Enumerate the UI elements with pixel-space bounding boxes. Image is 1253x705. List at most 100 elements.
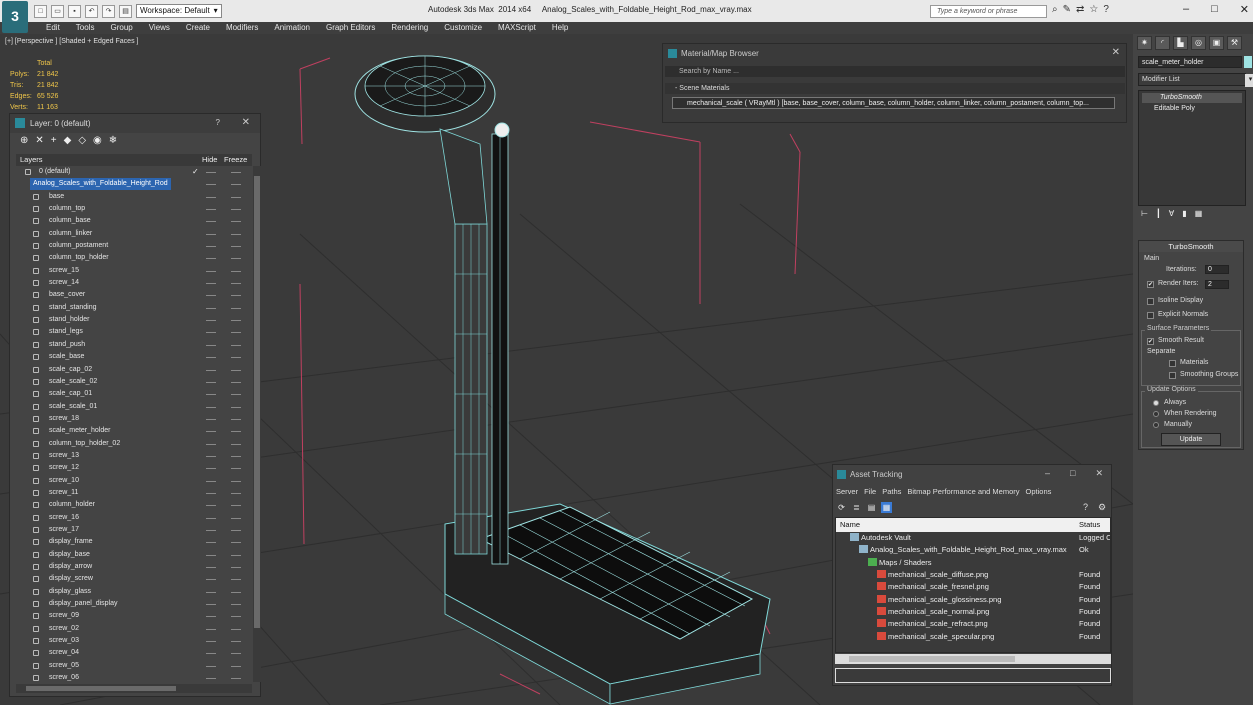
hierarchy-tab-icon[interactable]: ▙ (1173, 36, 1188, 50)
delete-layer-icon[interactable]: ✕ (35, 135, 43, 149)
layer-row[interactable]: screw_04 (16, 647, 252, 659)
project-folder-icon[interactable]: ▤ (119, 4, 132, 18)
asset-row[interactable]: Maps / Shaders (836, 557, 1110, 569)
layer-row[interactable]: base (16, 191, 252, 203)
hide-toggle[interactable] (206, 270, 216, 272)
layer-row[interactable]: screw_12 (16, 462, 252, 474)
hide-toggle[interactable] (206, 381, 216, 383)
list-view-icon[interactable]: ≣ (851, 502, 862, 513)
menu-customize[interactable]: Customize (436, 22, 490, 34)
col-layers[interactable]: Layers (20, 155, 43, 164)
asset-row[interactable]: mechanical_scale_fresnel.png Found (836, 581, 1110, 593)
hide-toggle[interactable] (206, 221, 216, 223)
freeze-toggle[interactable] (231, 184, 241, 186)
layer-row[interactable]: display_base (16, 549, 252, 561)
layer-row[interactable]: screw_17 (16, 524, 252, 536)
menu-rendering[interactable]: Rendering (383, 22, 436, 34)
freeze-toggle[interactable] (231, 455, 241, 457)
layer-row[interactable]: column_top_holder_02 (16, 438, 252, 450)
select-objects-icon[interactable]: ◆ (64, 135, 72, 149)
save-icon[interactable]: ▪ (68, 4, 81, 18)
menu-views[interactable]: Views (141, 22, 178, 34)
object-color-swatch[interactable] (1244, 56, 1252, 68)
freeze-toggle[interactable] (231, 678, 241, 680)
hide-toggle[interactable] (206, 233, 216, 235)
col-freeze[interactable]: Freeze (224, 155, 247, 164)
create-layer-icon[interactable]: ⊕ (20, 135, 28, 149)
hide-toggle[interactable] (206, 295, 216, 297)
help-button[interactable]: ? (216, 118, 220, 127)
freeze-toggle[interactable] (231, 641, 241, 643)
layer-row[interactable]: stand_legs (16, 326, 252, 338)
hide-toggle[interactable] (206, 344, 216, 346)
menu-group[interactable]: Group (102, 22, 140, 34)
hide-toggle[interactable] (206, 529, 216, 531)
create-tab-icon[interactable]: ✷ (1137, 36, 1152, 50)
render-iters-spinner[interactable]: 2 (1205, 280, 1229, 289)
layer-row[interactable]: scale_cap_02 (16, 364, 252, 376)
material-entry[interactable]: mechanical_scale ( VRayMtl ) [base, base… (672, 97, 1115, 109)
hide-toggle[interactable] (206, 184, 216, 186)
hide-toggle[interactable] (206, 196, 216, 198)
table-view-icon[interactable]: ▤ (866, 502, 877, 513)
remove-modifier-icon[interactable]: ▮ (1182, 209, 1186, 218)
help-icon[interactable]: ? (1083, 502, 1088, 512)
material-search-input[interactable]: Search by Name ... (665, 66, 1125, 77)
rollout-title[interactable]: TurboSmooth (1139, 241, 1243, 252)
modifier-list-dropdown[interactable]: Modifier List ▾ (1138, 73, 1253, 87)
layer-row[interactable]: column_postament (16, 240, 252, 252)
modify-tab-icon[interactable]: ◜ (1155, 36, 1170, 50)
hide-toggle[interactable] (206, 172, 216, 173)
freeze-toggle[interactable] (231, 591, 241, 593)
menu-animation[interactable]: Animation (266, 22, 318, 34)
hide-toggle[interactable] (206, 283, 216, 285)
freeze-toggle[interactable] (231, 418, 241, 420)
help-search-input[interactable]: Type a keyword or phrase (930, 5, 1047, 18)
asset-row[interactable]: Autodesk Vault Logged O (836, 532, 1110, 544)
update-button[interactable]: Update (1161, 433, 1221, 446)
layer-row[interactable]: column_top (16, 203, 252, 215)
menu-maxscript[interactable]: MAXScript (490, 22, 544, 34)
smooth-result-checkbox[interactable]: ✔ (1147, 338, 1154, 345)
freeze-toggle[interactable] (231, 172, 241, 173)
open-file-icon[interactable]: ▭ (51, 4, 64, 18)
layer-row[interactable]: screw_11 (16, 487, 252, 499)
freeze-toggle[interactable] (231, 554, 241, 556)
check-icon[interactable]: ✓ (192, 166, 199, 178)
hide-toggle[interactable] (206, 579, 216, 581)
configure-modifier-icon[interactable]: ▦ (1195, 209, 1203, 218)
layer-row[interactable]: column_base (16, 215, 252, 227)
col-status[interactable]: Status (1079, 518, 1100, 532)
new-file-icon[interactable]: □ (34, 4, 47, 18)
iterations-spinner[interactable]: 0 (1205, 265, 1229, 274)
hide-toggle[interactable] (206, 418, 216, 420)
refresh-icon[interactable]: ⟳ (836, 502, 847, 513)
asset-menu-server[interactable]: Server (836, 487, 858, 496)
freeze-toggle[interactable] (231, 295, 241, 297)
layer-row[interactable]: stand_standing (16, 302, 252, 314)
hide-toggle[interactable] (206, 641, 216, 643)
hide-toggle[interactable] (206, 628, 216, 630)
close-icon[interactable]: ✕ (242, 117, 250, 128)
freeze-toggle[interactable] (231, 246, 241, 248)
app-logo-button[interactable]: 3 (2, 1, 28, 33)
hide-toggle[interactable] (206, 505, 216, 507)
asset-menu-paths[interactable]: Paths (882, 487, 901, 496)
utilities-tab-icon[interactable]: ⚒ (1227, 36, 1242, 50)
hide-toggle[interactable] (206, 431, 216, 433)
freeze-toggle[interactable] (231, 369, 241, 371)
maximize-icon[interactable]: □ (1070, 468, 1075, 479)
layer-row[interactable]: base_cover (16, 289, 252, 301)
layer-row[interactable]: column_top_holder (16, 252, 252, 264)
hide-toggle[interactable] (206, 480, 216, 482)
show-end-result-icon[interactable]: ┃ (1156, 209, 1161, 218)
hide-toggle[interactable] (206, 455, 216, 457)
freeze-toggle[interactable] (231, 221, 241, 223)
freeze-toggle[interactable] (231, 567, 241, 568)
asset-row[interactable]: mechanical_scale_diffuse.png Found (836, 569, 1110, 581)
col-hide[interactable]: Hide (202, 155, 217, 164)
freeze-toggle[interactable] (231, 431, 241, 433)
layer-row[interactable]: screw_10 (16, 475, 252, 487)
freeze-toggle[interactable] (231, 628, 241, 630)
material-browser-titlebar[interactable]: Material/Map Browser ✕ (663, 44, 1126, 62)
